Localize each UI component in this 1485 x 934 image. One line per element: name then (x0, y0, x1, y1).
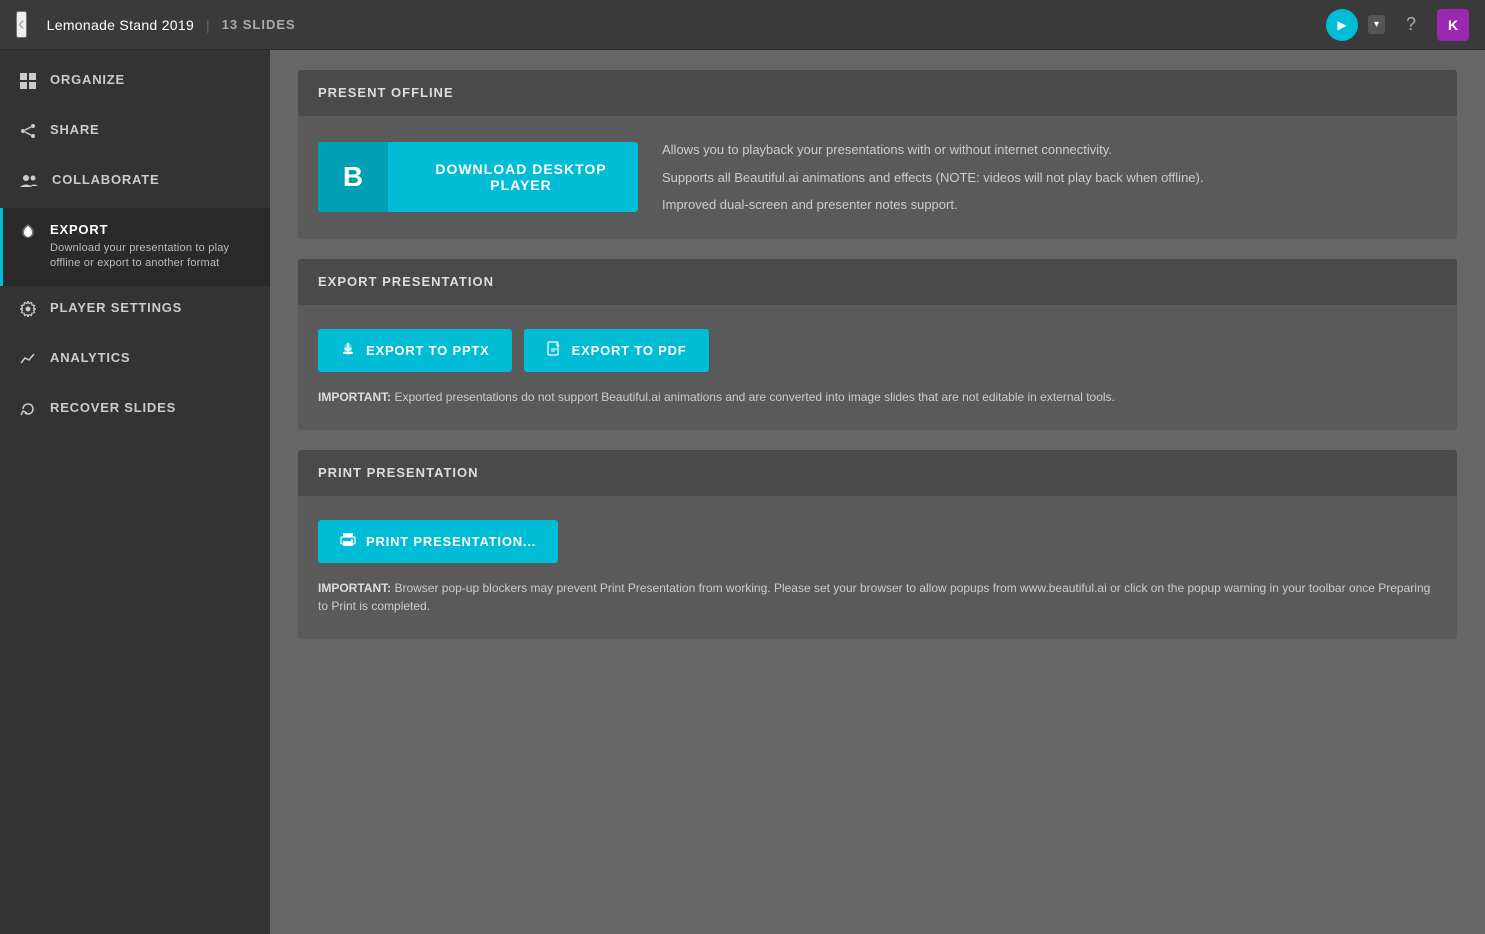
topbar-right: ▶ ▾ ? K (1326, 9, 1469, 41)
main-layout: ORGANIZE SHARE (0, 50, 1485, 934)
back-button[interactable]: ‹ (16, 11, 27, 38)
print-btn-label: PRINT PRESENTATION... (366, 534, 536, 549)
export-important-note: IMPORTANT: Exported presentations do not… (318, 388, 1437, 406)
print-presentation-section: PRINT PRESENTATION PRINT PRESENTATION... (298, 450, 1457, 639)
export-presentation-body: EXPORT TO PPTX EXPORT TO PDF (298, 305, 1457, 430)
export-pptx-label: EXPORT TO PPTX (366, 343, 490, 358)
help-icon: ? (1406, 14, 1416, 35)
sidebar-item-export-label: EXPORT (50, 222, 250, 237)
sidebar-item-collaborate[interactable]: COLLABORATE (0, 158, 270, 208)
content-area: PRESENT OFFLINE B DOWNLOAD DESKTOP PLAYE… (270, 50, 1485, 934)
sidebar: ORGANIZE SHARE (0, 50, 270, 934)
export-presentation-header: EXPORT PRESENTATION (298, 259, 1457, 305)
print-presentation-header: PRINT PRESENTATION (298, 450, 1457, 496)
organize-icon (20, 73, 36, 94)
present-offline-section: PRESENT OFFLINE B DOWNLOAD DESKTOP PLAYE… (298, 70, 1457, 239)
sidebar-item-recover-slides[interactable]: RECOVER SLIDES (0, 386, 270, 436)
export-presentation-title: EXPORT PRESENTATION (318, 274, 494, 289)
export-presentation-section: EXPORT PRESENTATION EXPORT TO PPTX (298, 259, 1457, 430)
sidebar-item-export[interactable]: EXPORT Download your presentation to pla… (0, 208, 270, 286)
share-icon (20, 123, 36, 144)
present-offline-title: PRESENT OFFLINE (318, 85, 454, 100)
sidebar-item-player-settings[interactable]: PLAYER SETTINGS (0, 286, 270, 336)
export-pptx-icon (340, 341, 356, 360)
export-to-pptx-button[interactable]: EXPORT TO PPTX (318, 329, 512, 372)
slides-count: 13 SLIDES (222, 17, 296, 32)
print-presentation-title: PRINT PRESENTATION (318, 465, 479, 480)
download-player-label: DOWNLOAD DESKTOP PLAYER (404, 161, 638, 193)
play-icon: ▶ (1337, 18, 1346, 32)
export-pdf-label: EXPORT TO PDF (572, 343, 687, 358)
topbar: ‹ Lemonade Stand 2019 | 13 SLIDES ▶ ▾ ? … (0, 0, 1485, 50)
presentation-title: Lemonade Stand 2019 (47, 17, 194, 33)
print-presentation-body: PRINT PRESENTATION... IMPORTANT: Browser… (298, 496, 1457, 639)
sidebar-item-share[interactable]: SHARE (0, 108, 270, 158)
offline-info: Allows you to playback your presentation… (662, 140, 1203, 215)
present-offline-body: B DOWNLOAD DESKTOP PLAYER Allows you to … (298, 116, 1457, 239)
export-buttons: EXPORT TO PPTX EXPORT TO PDF (318, 329, 1437, 372)
player-settings-icon (20, 301, 36, 322)
print-important-note: IMPORTANT: Browser pop-up blockers may p… (318, 579, 1437, 615)
sidebar-item-collaborate-label: COLLABORATE (52, 172, 160, 187)
sidebar-item-organize[interactable]: ORGANIZE (0, 58, 270, 108)
sidebar-item-organize-label: ORGANIZE (50, 72, 125, 87)
offline-row: B DOWNLOAD DESKTOP PLAYER Allows you to … (318, 140, 1437, 215)
avatar[interactable]: K (1437, 9, 1469, 41)
recover-slides-icon (20, 401, 36, 422)
present-offline-header: PRESENT OFFLINE (298, 70, 1457, 116)
play-dropdown-button[interactable]: ▾ (1368, 15, 1385, 34)
sidebar-item-analytics-label: ANALYTICS (50, 350, 130, 365)
play-button[interactable]: ▶ (1326, 9, 1358, 41)
download-desktop-player-button[interactable]: B DOWNLOAD DESKTOP PLAYER (318, 142, 638, 212)
print-icon (340, 532, 356, 551)
sidebar-item-share-label: SHARE (50, 122, 100, 137)
dropdown-icon: ▾ (1374, 19, 1379, 30)
analytics-icon (20, 351, 36, 372)
offline-info-line-2: Supports all Beautiful.ai animations and… (662, 168, 1203, 188)
sidebar-item-recover-slides-label: RECOVER SLIDES (50, 400, 176, 415)
sidebar-item-analytics[interactable]: ANALYTICS (0, 336, 270, 386)
export-pdf-icon (546, 341, 562, 360)
download-player-icon: B (318, 142, 388, 212)
sidebar-item-export-sub: Download your presentation to play offli… (50, 241, 250, 272)
offline-info-line-3: Improved dual-screen and presenter notes… (662, 195, 1203, 215)
offline-info-line-1: Allows you to playback your presentation… (662, 140, 1203, 160)
sidebar-item-player-settings-label: PLAYER SETTINGS (50, 300, 182, 315)
export-to-pdf-button[interactable]: EXPORT TO PDF (524, 329, 709, 372)
print-presentation-button[interactable]: PRINT PRESENTATION... (318, 520, 558, 563)
help-button[interactable]: ? (1395, 9, 1427, 41)
title-divider: | (206, 17, 210, 33)
collaborate-icon (20, 173, 38, 194)
export-icon (20, 223, 36, 244)
